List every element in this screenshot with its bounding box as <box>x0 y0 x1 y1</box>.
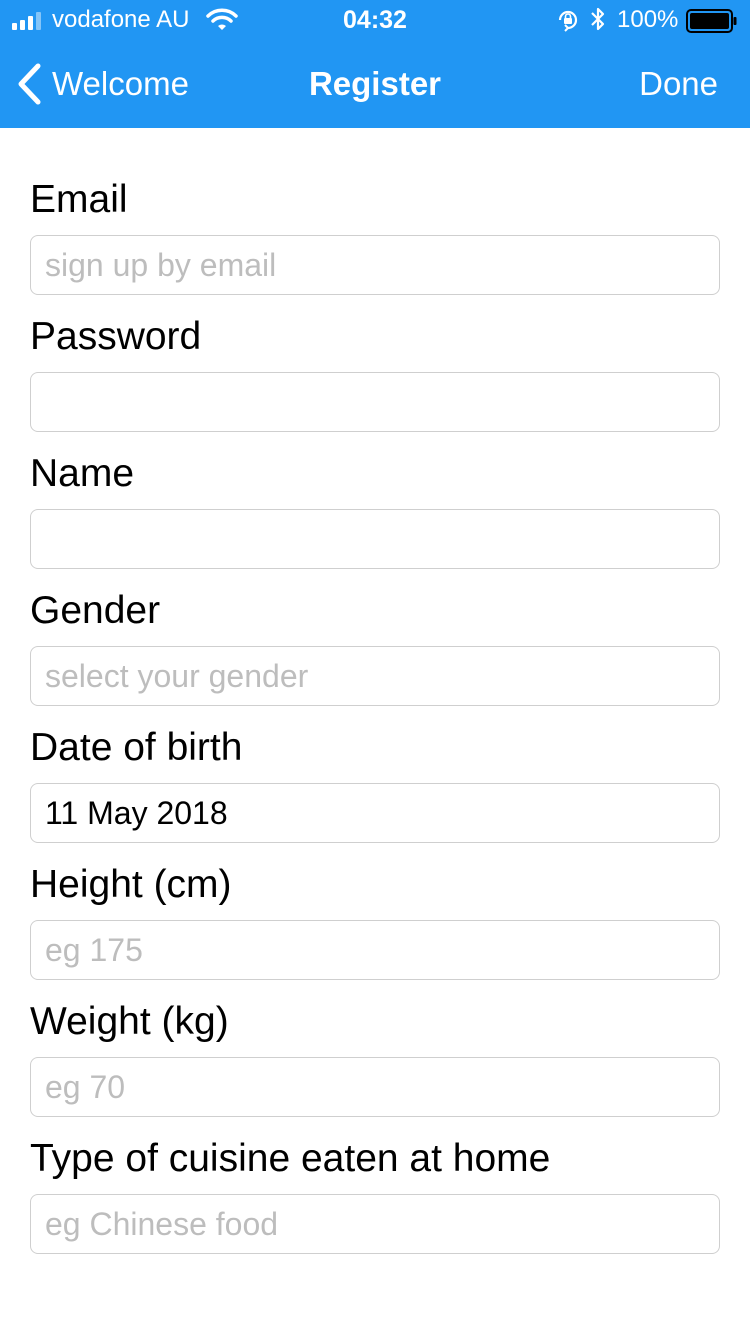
email-label: Email <box>30 178 128 221</box>
email-input[interactable] <box>30 235 720 295</box>
orientation-lock-icon <box>558 10 578 32</box>
date-of-birth-field-group: Date of birth <box>30 716 720 853</box>
gender-input[interactable] <box>30 646 720 706</box>
gender-label: Gender <box>30 589 161 632</box>
date-of-birth-label: Date of birth <box>30 726 243 769</box>
password-field-group: Password <box>30 305 720 442</box>
weight-field-group: Weight (kg) <box>30 990 720 1127</box>
top-bar: vodafone AU 04:32 100% Welcome Register <box>0 0 750 128</box>
done-button[interactable]: Done <box>639 62 718 106</box>
gender-field-group: Gender <box>30 579 720 716</box>
name-label: Name <box>30 452 135 495</box>
height-label: Height (cm) <box>30 863 232 906</box>
cuisine-label: Type of cuisine eaten at home <box>30 1137 551 1180</box>
register-form: Email Password Name Gender Date of birth… <box>30 168 720 1264</box>
page-title: Register <box>308 65 442 102</box>
password-label: Password <box>30 315 202 358</box>
battery-percent: 100% <box>617 6 679 33</box>
height-field-group: Height (cm) <box>30 853 720 990</box>
battery-icon <box>686 9 737 33</box>
height-input[interactable] <box>30 920 720 980</box>
weight-label: Weight (kg) <box>30 1000 229 1043</box>
email-field-group: Email <box>30 168 720 305</box>
weight-input[interactable] <box>30 1057 720 1117</box>
name-input[interactable] <box>30 509 720 569</box>
cuisine-field-group: Type of cuisine eaten at home <box>30 1127 720 1264</box>
status-bar: vodafone AU 04:32 100% <box>0 0 750 40</box>
bluetooth-icon <box>591 7 605 31</box>
password-input[interactable] <box>30 372 720 432</box>
date-of-birth-input[interactable] <box>30 783 720 843</box>
cuisine-input[interactable] <box>30 1194 720 1254</box>
name-field-group: Name <box>30 442 720 579</box>
